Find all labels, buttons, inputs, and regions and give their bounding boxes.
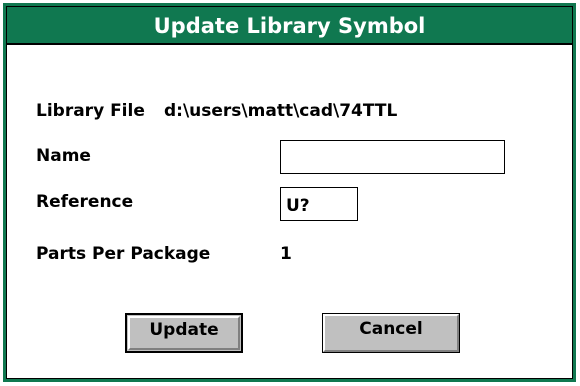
- cancel-button[interactable]: Cancel: [322, 313, 460, 353]
- parts-per-package-value: 1: [280, 244, 292, 264]
- dialog-body: Update Library Symbol Library File d:\us…: [6, 6, 573, 379]
- name-label: Name: [36, 146, 91, 166]
- parts-per-package-label: Parts Per Package: [36, 244, 211, 264]
- update-button[interactable]: Update: [125, 313, 243, 353]
- reference-label: Reference: [36, 192, 134, 212]
- library-file-value: d:\users\matt\cad\74TTL: [164, 101, 398, 121]
- cancel-button-label: Cancel: [359, 319, 423, 339]
- update-library-symbol-dialog: Update Library Symbol Library File d:\us…: [3, 3, 576, 382]
- dialog-title: Update Library Symbol: [7, 7, 572, 45]
- name-input[interactable]: [280, 140, 505, 174]
- library-file-label: Library File: [36, 101, 145, 121]
- reference-input[interactable]: [280, 187, 358, 221]
- update-button-label: Update: [149, 320, 219, 340]
